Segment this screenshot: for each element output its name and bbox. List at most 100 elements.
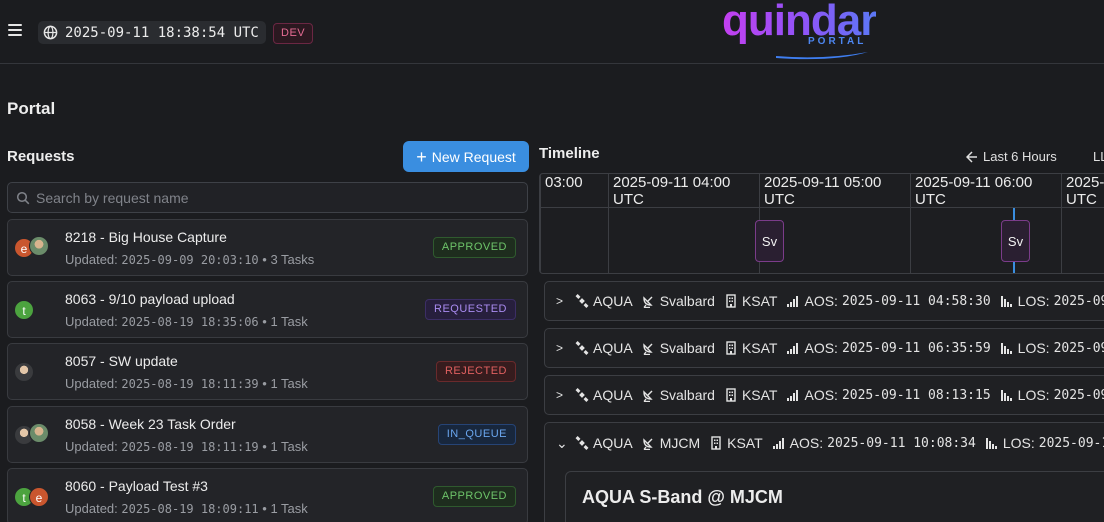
- globe-icon: [43, 25, 58, 40]
- signal-bars-icon: [787, 296, 799, 307]
- hamburger-menu-icon[interactable]: [8, 24, 22, 38]
- request-meta: Updated: 2025-08-19 18:11:39 • 1 Task: [65, 376, 308, 391]
- environment-badge: DEV: [273, 23, 314, 44]
- request-title: 8058 - Week 23 Task Order: [65, 416, 236, 432]
- antenna-dish-icon: [642, 296, 653, 308]
- request-card[interactable]: 8058 - Week 23 Task Order Updated: 2025-…: [7, 406, 528, 463]
- chevron-down-icon[interactable]: ⌄: [556, 436, 568, 450]
- request-meta: Updated: 2025-09-09 20:03:10 • 3 Tasks: [65, 252, 315, 267]
- satellite: AQUA: [575, 340, 633, 356]
- timeline-heading: Timeline: [539, 145, 600, 162]
- building-icon: [726, 341, 736, 355]
- signal-bars-icon: [787, 343, 799, 354]
- pass-detail-panel: AQUA S-Band @ MJCM: [565, 471, 1104, 522]
- avatar: t: [14, 300, 34, 320]
- request-meta: Updated: 2025-08-19 18:35:06 • 1 Task: [65, 314, 308, 329]
- antenna-dish-icon: [642, 343, 653, 355]
- antenna-dish-icon: [642, 390, 653, 402]
- request-card[interactable]: 8057 - SW update Updated: 2025-08-19 18:…: [7, 343, 528, 400]
- request-search: [7, 182, 528, 213]
- los-time: LOS: 2025-09: [1000, 293, 1104, 309]
- ground-station: Svalbard: [642, 293, 715, 309]
- pass-row[interactable]: > AQUA Svalbard KSAT AOS: 2025-09-11 06:3…: [544, 328, 1104, 368]
- building-icon: [711, 436, 721, 450]
- request-meta: Updated: 2025-08-19 18:11:19 • 1 Task: [65, 439, 308, 454]
- signal-bars-falling-icon: [1000, 343, 1012, 354]
- timeline-chart[interactable]: 03:00 2025-09-11 04:00 UTC 2025-09-11 05…: [539, 173, 1104, 274]
- pass-summary[interactable]: > AQUA Svalbard KSAT AOS: 2025-09-11 04:5…: [545, 281, 1104, 321]
- request-title: 8057 - SW update: [65, 353, 178, 369]
- time-range-option[interactable]: LL: [1093, 149, 1104, 164]
- chevron-right-icon[interactable]: >: [556, 341, 566, 355]
- signal-bars-falling-icon: [1000, 390, 1012, 401]
- avatar: [29, 236, 49, 256]
- chevron-right-icon[interactable]: >: [556, 294, 566, 308]
- status-badge: REQUESTED: [425, 299, 516, 320]
- pass-row[interactable]: > AQUA Svalbard KSAT AOS: 2025-09-11 04:5…: [544, 281, 1104, 321]
- satellite: AQUA: [575, 435, 633, 451]
- pass-summary[interactable]: > AQUA Svalbard KSAT AOS: 2025-09-11 08:1…: [545, 375, 1104, 415]
- request-card[interactable]: t 8063 - 9/10 payload upload Updated: 20…: [7, 281, 528, 338]
- satellite: AQUA: [575, 387, 633, 403]
- request-meta: Updated: 2025-08-19 18:09:11 • 1 Task: [65, 501, 308, 516]
- pass-marker[interactable]: Sv: [755, 220, 784, 262]
- ground-station: Svalbard: [642, 387, 715, 403]
- status-badge: APPROVED: [432, 486, 516, 507]
- signal-bars-icon: [772, 438, 784, 449]
- chevron-right-icon[interactable]: >: [556, 388, 566, 402]
- pass-marker[interactable]: Sv: [1001, 220, 1030, 262]
- new-request-button[interactable]: + New Request: [403, 141, 529, 172]
- request-title: 8060 - Payload Test #3: [65, 478, 208, 494]
- pass-row[interactable]: > AQUA Svalbard KSAT AOS: 2025-09-11 08:1…: [544, 375, 1104, 415]
- plus-icon: +: [416, 146, 427, 167]
- satellite-icon: [575, 388, 589, 402]
- request-title: 8218 - Big House Capture: [65, 229, 227, 245]
- timeline-tick: 2025-09-11 04:00 UTC: [608, 174, 730, 273]
- satellite-icon: [575, 294, 589, 308]
- ground-station: Svalbard: [642, 340, 715, 356]
- los-time: LOS: 2025-09: [1000, 340, 1104, 356]
- ground-station: MJCM: [642, 435, 700, 451]
- search-icon: [16, 191, 30, 204]
- building-icon: [726, 388, 736, 402]
- avatar: e: [29, 487, 49, 507]
- aos-time: AOS: 2025-09-11 06:35:59: [786, 340, 991, 356]
- arrow-left-icon: [966, 150, 977, 163]
- pass-summary[interactable]: ⌄ AQUA MJCM KSAT AOS: 2025-09-11 10:08:34…: [545, 423, 1104, 463]
- utc-clock: 2025-09-11 18:38:54 UTC: [38, 21, 266, 44]
- timeline-tick: 2025- UTC: [1061, 174, 1104, 273]
- building-icon: [726, 294, 736, 308]
- quindar-portal-logo[interactable]: quindar PORTAL: [722, 0, 882, 62]
- provider: KSAT: [709, 435, 763, 451]
- requests-heading: Requests: [7, 148, 75, 165]
- satellite-icon: [575, 341, 589, 355]
- request-title: 8063 - 9/10 payload upload: [65, 291, 235, 307]
- pass-row[interactable]: ⌄ AQUA MJCM KSAT AOS: 2025-09-11 10:08:34…: [544, 422, 1104, 522]
- avatar: [14, 362, 34, 382]
- time-range-label: Last 6 Hours: [983, 149, 1057, 164]
- aos-time: AOS: 2025-09-11 08:13:15: [786, 387, 991, 403]
- provider: KSAT: [724, 340, 777, 356]
- request-card[interactable]: e 8218 - Big House Capture Updated: 2025…: [7, 219, 528, 276]
- aos-time: AOS: 2025-09-11 04:58:30: [786, 293, 991, 309]
- pass-summary[interactable]: > AQUA Svalbard KSAT AOS: 2025-09-11 06:3…: [545, 328, 1104, 368]
- los-time: LOS: 2025-09-1: [985, 435, 1104, 451]
- search-input[interactable]: [36, 189, 516, 206]
- pass-detail-title: AQUA S-Band @ MJCM: [582, 487, 783, 507]
- provider: KSAT: [724, 293, 777, 309]
- los-time: LOS: 2025-09: [1000, 387, 1104, 403]
- antenna-dish-icon: [642, 438, 653, 450]
- top-bar: 2025-09-11 18:38:54 UTC DEV quindar PORT…: [0, 0, 1104, 64]
- time-range-back-button[interactable]: Last 6 Hours: [966, 149, 1057, 164]
- logo-swoosh-icon: [776, 52, 868, 60]
- new-request-label: New Request: [431, 148, 516, 165]
- request-card[interactable]: t e 8060 - Payload Test #3 Updated: 2025…: [7, 468, 528, 522]
- provider: KSAT: [724, 387, 777, 403]
- signal-bars-falling-icon: [985, 438, 997, 449]
- page-title: Portal: [7, 99, 56, 118]
- satellite: AQUA: [575, 293, 633, 309]
- timeline-tick: 03:00: [540, 174, 583, 273]
- status-badge: REJECTED: [435, 361, 516, 382]
- satellite-icon: [575, 436, 589, 450]
- clock-text: 2025-09-11 18:38:54 UTC: [65, 24, 259, 41]
